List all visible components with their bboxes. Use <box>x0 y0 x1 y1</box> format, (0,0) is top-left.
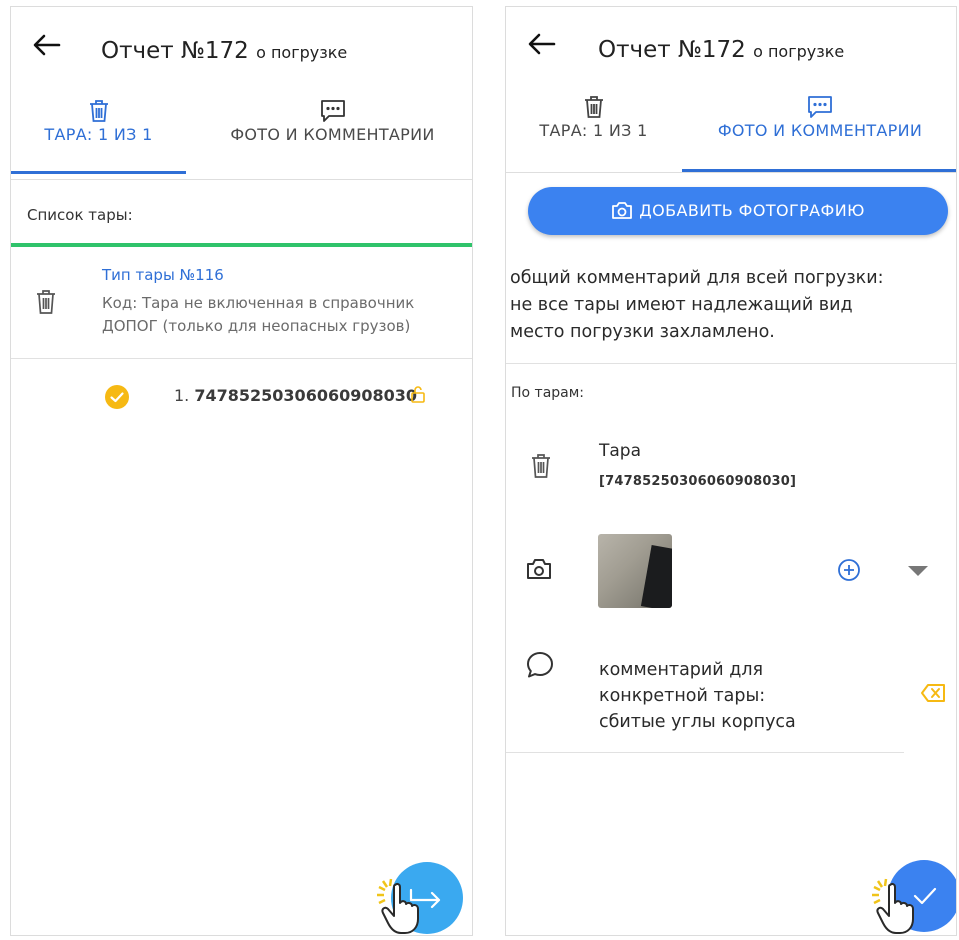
left-screen: Отчет №172 о погрузке ТАРА: 1 ИЗ 1 ФОТО … <box>10 6 473 936</box>
tab-photos-comments[interactable]: ФОТО И КОММЕНТАРИИ <box>684 95 956 140</box>
unlock-icon[interactable] <box>411 385 425 403</box>
add-photo-label: ДОБАВИТЬ ФОТОГРАФИЮ <box>639 201 865 220</box>
page-title: Отчет №172 о погрузке <box>598 37 844 63</box>
page-title: Отчет №172 о погрузке <box>101 38 347 64</box>
tabs-divider <box>506 172 956 173</box>
camera-icon[interactable] <box>526 558 552 580</box>
general-comment[interactable]: общий комментарий для всей погрузки: не … <box>510 265 883 346</box>
comment-line: не все тары имеют надлежащий вид <box>510 295 853 315</box>
tab-label: ФОТО И КОММЕНТАРИИ <box>717 121 923 140</box>
comment-line: сбитые углы корпуса <box>599 712 796 732</box>
backspace-clear-icon[interactable] <box>920 683 946 703</box>
item-number: 74785250306060908030 <box>194 386 418 405</box>
tab-containers[interactable]: ТАРА: 1 ИЗ 1 <box>506 95 681 140</box>
tap-hand-icon <box>872 878 914 934</box>
comment-line: конкретной тары: <box>599 686 766 706</box>
back-arrow-icon[interactable] <box>33 34 61 56</box>
app-header: Отчет №172 о погрузке <box>506 7 956 77</box>
title-main: Отчет №172 <box>101 38 249 64</box>
tab-label: ТАРА: 1 ИЗ 1 <box>44 125 153 144</box>
container-title: Тара <box>599 441 642 461</box>
add-photo-button[interactable]: ДОБАВИТЬ ФОТОГРАФИЮ <box>528 187 948 235</box>
tab-label: ТАРА: 1 ИЗ 1 <box>539 121 648 140</box>
camera-icon <box>612 202 633 219</box>
container-comment[interactable]: комментарий для конкретной тары: сбитые … <box>599 657 796 735</box>
divider <box>506 363 956 364</box>
trash-icon <box>89 100 108 122</box>
comment-line: общий комментарий для всей погрузки: <box>510 268 884 288</box>
photo-thumbnail[interactable] <box>598 534 672 608</box>
trash-icon <box>584 96 603 118</box>
right-screen: Отчет №172 о погрузке ТАРА: 1 ИЗ 1 ФОТО … <box>505 6 957 936</box>
tabs-divider <box>11 179 472 180</box>
tab-label: ФОТО И КОММЕНТАРИИ <box>230 125 435 144</box>
tap-hand-icon <box>377 878 419 934</box>
trash-icon[interactable] <box>530 453 552 479</box>
container-code-line: Код: Тара не включенная в справочник <box>102 294 415 312</box>
progress-line <box>11 243 472 247</box>
add-circle-icon[interactable] <box>837 558 861 582</box>
title-subtitle: о погрузке <box>256 43 348 62</box>
back-arrow-icon[interactable] <box>528 33 556 55</box>
comment-bubble-icon <box>527 652 553 678</box>
title-subtitle: о погрузке <box>753 42 845 61</box>
app-header: Отчет №172 о погрузке <box>11 7 472 77</box>
comment-line: место погрузки захламлено. <box>510 322 775 342</box>
by-container-label: По тарам: <box>511 385 585 401</box>
tab-indicator <box>11 171 186 174</box>
check-circle-icon <box>105 385 129 409</box>
title-main: Отчет №172 <box>598 37 746 63</box>
tab-containers[interactable]: ТАРА: 1 ИЗ 1 <box>11 99 186 144</box>
container-number: [74785250306060908030] <box>599 474 797 489</box>
dropdown-arrow-icon[interactable] <box>907 565 929 577</box>
divider <box>11 358 472 359</box>
item-index: 1. <box>174 386 190 405</box>
divider <box>506 752 904 753</box>
comment-line: комментарий для <box>599 660 764 680</box>
container-type-name[interactable]: Тип тары №116 <box>102 266 224 284</box>
container-code-line: ДОПОГ (только для неопасных грузов) <box>102 317 411 335</box>
comment-dots-icon <box>808 96 832 118</box>
trash-icon <box>37 290 55 314</box>
tab-photos-comments[interactable]: ФОТО И КОММЕНТАРИИ <box>191 99 472 144</box>
list-label: Список тары: <box>27 206 133 224</box>
comment-dots-icon <box>320 100 345 122</box>
